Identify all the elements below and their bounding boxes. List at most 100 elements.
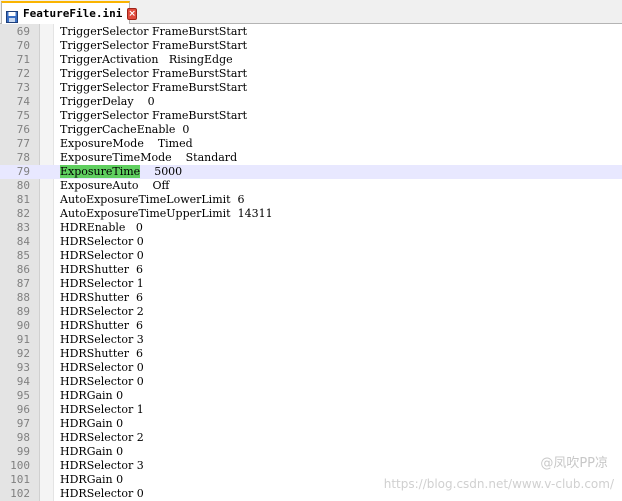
line-text[interactable]: AutoExposureTimeUpperLimit 14311 — [60, 207, 273, 221]
line-text[interactable]: HDRShutter 6 — [60, 347, 143, 361]
line-number: 91 — [16, 333, 30, 346]
line-text[interactable]: HDRGain 0 — [60, 473, 123, 487]
line-text[interactable]: ExposureAuto Off — [60, 179, 169, 193]
line-text[interactable]: HDREnable 0 — [60, 221, 143, 235]
code-line[interactable]: 91 HDRSelector 3 — [0, 333, 622, 347]
notepad-plus-plus-window: FeatureFile.ini × 69 TriggerSelector Fram… — [0, 0, 622, 501]
code-line[interactable]: 83 HDREnable 0 — [0, 221, 622, 235]
line-number: 76 — [16, 123, 30, 136]
line-text[interactable]: TriggerSelector FrameBurstStart — [60, 109, 247, 123]
line-number: 92 — [16, 347, 30, 360]
line-text[interactable]: HDRGain 0 — [60, 417, 123, 431]
editor-area[interactable]: 69 TriggerSelector FrameBurstStart 70 Trigg… — [0, 24, 622, 501]
line-number: 83 — [16, 221, 30, 234]
code-line[interactable]: 100 HDRSelector 3 — [0, 459, 622, 473]
code-line[interactable]: 81 AutoExposureTimeLowerLimit 6 — [0, 193, 622, 207]
line-number: 70 — [16, 39, 30, 52]
code-line[interactable]: 70 TriggerSelector FrameBurstStart — [0, 39, 622, 53]
line-number: 75 — [16, 109, 30, 122]
line-number: 100 — [10, 459, 30, 472]
code-line[interactable]: 87 HDRSelector 1 — [0, 277, 622, 291]
line-text[interactable]: HDRSelector 0 — [60, 361, 144, 375]
code-line[interactable]: 95 HDRGain 0 — [0, 389, 622, 403]
code-line[interactable]: 79 ExposureTime 5000 — [0, 165, 622, 179]
code-line[interactable]: 92 HDRShutter 6 — [0, 347, 622, 361]
line-text[interactable]: HDRSelector 0 — [60, 249, 144, 263]
line-number: 101 — [10, 473, 30, 486]
line-number: 95 — [16, 389, 30, 402]
code-line[interactable]: 99 HDRGain 0 — [0, 445, 622, 459]
code-line[interactable]: 98 HDRSelector 2 — [0, 431, 622, 445]
line-text[interactable]: HDRSelector 2 — [60, 431, 144, 445]
line-text[interactable]: TriggerActivation RisingEdge — [60, 53, 233, 67]
code-line[interactable]: 89 HDRSelector 2 — [0, 305, 622, 319]
line-text[interactable]: HDRShutter 6 — [60, 291, 143, 305]
line-number: 86 — [16, 263, 30, 276]
line-text[interactable]: HDRSelector 1 — [60, 403, 144, 417]
line-text[interactable]: ExposureTime 5000 — [60, 165, 182, 179]
line-text[interactable]: TriggerCacheEnable 0 — [60, 123, 189, 137]
code-line[interactable]: 80 ExposureAuto Off — [0, 179, 622, 193]
code-line[interactable]: 82 AutoExposureTimeUpperLimit 14311 — [0, 207, 622, 221]
code-line[interactable]: 73 TriggerSelector FrameBurstStart — [0, 81, 622, 95]
line-text[interactable]: ExposureTimeMode Standard — [60, 151, 237, 165]
close-icon[interactable]: × — [127, 7, 137, 20]
line-text[interactable]: HDRSelector 0 — [60, 375, 144, 389]
line-text[interactable]: ExposureMode Timed — [60, 137, 193, 151]
code-line[interactable]: 75 TriggerSelector FrameBurstStart — [0, 109, 622, 123]
line-text[interactable]: HDRGain 0 — [60, 445, 123, 459]
code-line[interactable]: 69 TriggerSelector FrameBurstStart — [0, 25, 622, 39]
code-line[interactable]: 72 TriggerSelector FrameBurstStart — [0, 67, 622, 81]
line-text[interactable]: AutoExposureTimeLowerLimit 6 — [60, 193, 245, 207]
line-number: 73 — [16, 81, 30, 94]
line-text[interactable]: HDRSelector 3 — [60, 333, 144, 347]
code-line[interactable]: 71 TriggerActivation RisingEdge — [0, 53, 622, 67]
line-text[interactable]: HDRShutter 6 — [60, 263, 143, 277]
line-number: 102 — [10, 487, 30, 500]
code-line[interactable]: 85 HDRSelector 0 — [0, 249, 622, 263]
line-text[interactable]: TriggerDelay 0 — [60, 95, 155, 109]
code-line[interactable]: 78 ExposureTimeMode Standard — [0, 151, 622, 165]
line-text[interactable]: TriggerSelector FrameBurstStart — [60, 39, 247, 53]
code-line[interactable]: 74 TriggerDelay 0 — [0, 95, 622, 109]
line-text[interactable]: HDRGain 0 — [60, 389, 123, 403]
watermark-url: https://blog.csdn.net/www.v-club.com/ — [383, 477, 614, 491]
code-line[interactable]: 90 HDRShutter 6 — [0, 319, 622, 333]
line-number: 71 — [16, 53, 30, 66]
line-number: 72 — [16, 67, 30, 80]
line-number: 97 — [16, 417, 30, 430]
tab-bar: FeatureFile.ini × — [0, 0, 622, 24]
code-line[interactable]: 84 HDRSelector 0 — [0, 235, 622, 249]
line-number: 93 — [16, 361, 30, 374]
line-text[interactable]: TriggerSelector FrameBurstStart — [60, 81, 247, 95]
line-text[interactable]: HDRSelector 2 — [60, 305, 144, 319]
code-line[interactable]: 93 HDRSelector 0 — [0, 361, 622, 375]
line-text[interactable]: TriggerSelector FrameBurstStart — [60, 67, 247, 81]
line-number: 88 — [16, 291, 30, 304]
code-lines: 69 TriggerSelector FrameBurstStart 70 Trigg… — [0, 25, 622, 501]
tab-featurefile[interactable]: FeatureFile.ini × — [1, 1, 137, 24]
line-number: 81 — [16, 193, 30, 206]
line-text[interactable]: HDRSelector 1 — [60, 277, 144, 291]
line-number: 85 — [16, 249, 30, 262]
code-line[interactable]: 88 HDRShutter 6 — [0, 291, 622, 305]
line-number: 77 — [16, 137, 30, 150]
selected-text[interactable]: ExposureTime — [60, 165, 141, 178]
line-text-rest: 5000 — [140, 165, 183, 178]
line-number: 89 — [16, 305, 30, 318]
line-number: 74 — [16, 95, 30, 108]
code-line[interactable]: 96 HDRSelector 1 — [0, 403, 622, 417]
code-line[interactable]: 77 ExposureMode Timed — [0, 137, 622, 151]
line-number: 90 — [16, 319, 30, 332]
code-line[interactable]: 97 HDRGain 0 — [0, 417, 622, 431]
save-disk-icon — [6, 8, 18, 23]
code-line[interactable]: 76 TriggerCacheEnable 0 — [0, 123, 622, 137]
code-line[interactable]: 94 HDRSelector 0 — [0, 375, 622, 389]
code-line[interactable]: 86 HDRShutter 6 — [0, 263, 622, 277]
line-text[interactable]: HDRSelector 0 — [60, 235, 144, 249]
tab-title: FeatureFile.ini — [23, 7, 123, 20]
line-text[interactable]: HDRSelector 3 — [60, 459, 144, 473]
line-text[interactable]: HDRSelector 0 — [60, 487, 144, 501]
line-text[interactable]: TriggerSelector FrameBurstStart — [60, 25, 247, 39]
line-text[interactable]: HDRShutter 6 — [60, 319, 143, 333]
